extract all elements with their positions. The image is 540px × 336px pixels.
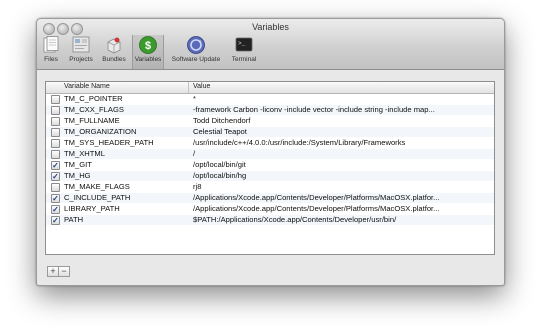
files-icon bbox=[41, 35, 61, 55]
titlebar: Variables Files Projects Bundles $ Varia… bbox=[37, 19, 504, 70]
variable-value: /Applications/Xcode.app/Contents/Develop… bbox=[193, 193, 440, 202]
toolbar-software-update[interactable]: Software Update bbox=[167, 35, 225, 69]
preferences-window: Variables Files Projects Bundles $ Varia… bbox=[36, 18, 505, 286]
enabled-checkbox[interactable] bbox=[51, 117, 60, 126]
toolbar-projects-label: Projects bbox=[69, 56, 93, 63]
terminal-icon: >_ bbox=[234, 35, 254, 55]
software-update-icon bbox=[186, 35, 206, 55]
toolbar-bundles[interactable]: Bundles bbox=[100, 35, 128, 69]
table-header: Variable Name Value bbox=[46, 82, 494, 94]
variable-name: TM_XHTML bbox=[64, 149, 105, 158]
window-title: Variables bbox=[252, 22, 289, 32]
table-row[interactable]: ✓ TM_HG /opt/local/bin/hg bbox=[46, 171, 494, 181]
column-header-variable-name[interactable]: Variable Name bbox=[64, 83, 110, 90]
remove-variable-button[interactable]: − bbox=[58, 266, 70, 277]
variables-table: Variable Name Value TM_C_POINTER * TM_CX… bbox=[45, 81, 495, 255]
enabled-checkbox[interactable]: ✓ bbox=[51, 194, 60, 203]
enabled-checkbox[interactable]: ✓ bbox=[51, 161, 60, 170]
variable-name: PATH bbox=[64, 215, 84, 224]
column-divider[interactable] bbox=[188, 82, 189, 93]
variable-value: -framework Carbon -liconv -include vecto… bbox=[193, 105, 435, 114]
variable-name: TM_C_POINTER bbox=[64, 94, 123, 103]
variable-value: Celestial Teapot bbox=[193, 127, 247, 136]
variable-name: TM_GIT bbox=[64, 160, 92, 169]
table-row[interactable]: TM_CXX_FLAGS -framework Carbon -liconv -… bbox=[46, 105, 494, 115]
enabled-checkbox[interactable] bbox=[51, 183, 60, 192]
variable-name: TM_FULLNAME bbox=[64, 116, 120, 125]
enabled-checkbox[interactable] bbox=[51, 106, 60, 115]
enabled-checkbox[interactable] bbox=[51, 150, 60, 159]
variable-value: Todd Ditchendorf bbox=[193, 116, 251, 125]
variable-name: TM_SYS_HEADER_PATH bbox=[64, 138, 154, 147]
toolbar-variables[interactable]: $ Variables bbox=[132, 35, 164, 69]
variable-value: * bbox=[193, 94, 196, 103]
variable-value: rj8 bbox=[193, 182, 202, 191]
projects-icon bbox=[71, 35, 91, 55]
toolbar-software-update-label: Software Update bbox=[171, 56, 221, 63]
variable-name: LIBRARY_PATH bbox=[64, 204, 120, 213]
variable-value: /Applications/Xcode.app/Contents/Develop… bbox=[193, 204, 440, 213]
svg-text:>_: >_ bbox=[238, 40, 246, 47]
table-row[interactable]: TM_FULLNAME Todd Ditchendorf bbox=[46, 116, 494, 126]
table-row[interactable]: TM_C_POINTER * bbox=[46, 94, 494, 104]
table-row[interactable]: ✓ LIBRARY_PATH /Applications/Xcode.app/C… bbox=[46, 204, 494, 214]
table-row[interactable]: TM_SYS_HEADER_PATH /usr/include/c++/4.0.… bbox=[46, 138, 494, 148]
enabled-checkbox[interactable]: ✓ bbox=[51, 205, 60, 214]
table-row[interactable]: ✓ TM_GIT /opt/local/bin/git bbox=[46, 160, 494, 170]
toolbar-bundles-label: Bundles bbox=[102, 56, 126, 63]
enabled-checkbox[interactable]: ✓ bbox=[51, 216, 60, 225]
bundles-icon bbox=[104, 35, 124, 55]
enabled-checkbox[interactable] bbox=[51, 95, 60, 104]
variable-name: TM_HG bbox=[64, 171, 91, 180]
table-row[interactable]: TM_ORGANIZATION Celestial Teapot bbox=[46, 127, 494, 137]
variable-name: TM_CXX_FLAGS bbox=[64, 105, 124, 114]
svg-text:$: $ bbox=[145, 40, 151, 52]
enabled-checkbox[interactable] bbox=[51, 128, 60, 137]
toolbar-terminal-label: Terminal bbox=[231, 56, 257, 63]
variable-value: /opt/local/bin/hg bbox=[193, 171, 247, 180]
enabled-checkbox[interactable]: ✓ bbox=[51, 172, 60, 181]
variable-value: /usr/include/c++/4.0.0:/usr/include:/Sys… bbox=[193, 138, 406, 147]
toolbar-projects[interactable]: Projects bbox=[66, 35, 96, 69]
variable-value: / bbox=[193, 149, 196, 158]
toolbar-terminal[interactable]: >_ Terminal bbox=[228, 35, 260, 69]
toolbar-files[interactable]: Files bbox=[41, 35, 61, 69]
variables-icon: $ bbox=[138, 35, 158, 55]
table-row[interactable]: TM_MAKE_FLAGS rj8 bbox=[46, 182, 494, 192]
toolbar-variables-label: Variables bbox=[134, 56, 162, 63]
toolbar-files-label: Files bbox=[44, 56, 58, 63]
enabled-checkbox[interactable] bbox=[51, 139, 60, 148]
variable-value: /opt/local/bin/git bbox=[193, 160, 246, 169]
variable-name: TM_MAKE_FLAGS bbox=[64, 182, 130, 191]
variable-value: $PATH:/Applications/Xcode.app/Contents/D… bbox=[193, 215, 397, 224]
table-row[interactable]: ✓ C_INCLUDE_PATH /Applications/Xcode.app… bbox=[46, 193, 494, 203]
column-header-value[interactable]: Value bbox=[193, 83, 210, 90]
variable-name: C_INCLUDE_PATH bbox=[64, 193, 131, 202]
table-row[interactable]: TM_XHTML / bbox=[46, 149, 494, 159]
variable-name: TM_ORGANIZATION bbox=[64, 127, 137, 136]
table-row[interactable]: ✓ PATH $PATH:/Applications/Xcode.app/Con… bbox=[46, 215, 494, 225]
